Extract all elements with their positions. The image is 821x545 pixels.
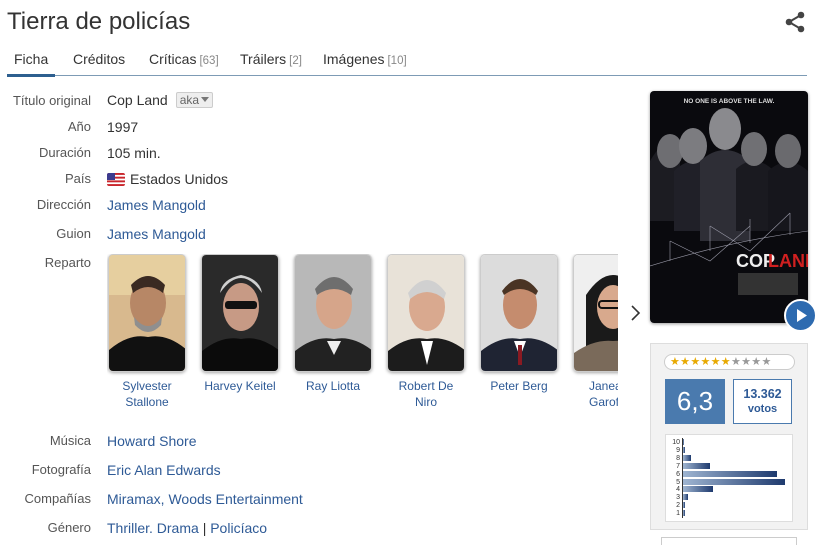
year-value: 1997 [107, 119, 139, 135]
chevron-right-icon[interactable] [628, 303, 642, 323]
tab-bar: Ficha Créditos Críticas [63] Tráilers [2] … [7, 45, 807, 77]
companies-label: Compañías [24, 491, 91, 506]
direction-label: Dirección [36, 197, 91, 212]
cast-member[interactable]: Peter Berg [479, 254, 559, 394]
music-label: Música [49, 433, 91, 448]
original-title-label: Título original [12, 93, 91, 108]
cast-name: Peter Berg [490, 379, 548, 393]
share-icon[interactable] [783, 10, 807, 34]
genre-label: Género [47, 520, 91, 535]
cast-photo [108, 254, 186, 372]
cast-member[interactable]: Harvey Keitel [200, 254, 280, 394]
director-link[interactable]: James Mangold [107, 197, 206, 213]
tab-imagenes[interactable]: Imágenes [10] [323, 51, 407, 67]
tab-ficha[interactable]: Ficha [7, 51, 56, 77]
writer-link[interactable]: James Mangold [107, 226, 206, 242]
histogram-label: 9 [676, 446, 680, 454]
cast-carousel: Sylvester Stallone Harvey Keitel Ray Lio… [107, 254, 618, 414]
cast-photo [573, 254, 618, 372]
genre-separator: | [202, 520, 207, 536]
aka-dropdown[interactable]: aka [175, 92, 214, 108]
cast-member[interactable]: Ray Liotta [293, 254, 373, 394]
duration-value: 105 min. [107, 145, 161, 161]
cast-name: Janeane Garofalo [588, 379, 618, 409]
histogram-label: 1 [676, 510, 680, 518]
tab-count: [63] [199, 55, 219, 67]
photography-link[interactable]: Eric Alan Edwards [107, 462, 221, 478]
panel-bottom [661, 537, 797, 545]
us-flag-icon [107, 173, 125, 186]
cast-photo [480, 254, 558, 372]
cast-photo [294, 254, 372, 372]
genre-link[interactable]: Thriller. Drama [107, 520, 199, 536]
histogram-label: 5 [676, 478, 680, 486]
script-label: Guion [56, 226, 91, 241]
poster-title-land: LAND [768, 251, 808, 271]
play-icon [797, 309, 807, 322]
tab-count: [10] [387, 55, 407, 67]
cast-photo [387, 254, 465, 372]
year-label: Año [67, 119, 91, 134]
histogram-label: 6 [676, 470, 680, 478]
vote-count: 13.362 [743, 387, 782, 401]
histogram-bar [683, 478, 785, 485]
histogram-bar [683, 486, 713, 493]
histogram-label: 2 [676, 502, 680, 510]
caret-down-icon [201, 97, 210, 102]
duration-label: Duración [38, 145, 91, 160]
histogram-label: 4 [676, 486, 680, 494]
cast-photo [201, 254, 279, 372]
histogram-label: 7 [676, 462, 680, 470]
cast-member[interactable]: Janeane Garofalo [572, 254, 618, 410]
rating-histogram: 10 9 8 7 6 5 4 3 2 1 [665, 434, 793, 522]
tab-creditos[interactable]: Créditos [73, 51, 125, 67]
histogram-bar [683, 439, 684, 445]
original-title-value: Cop Land aka [107, 92, 214, 108]
tab-criticas[interactable]: Críticas [63] [149, 51, 219, 67]
play-trailer-button[interactable] [784, 299, 817, 332]
cast-name: Harvey Keitel [204, 379, 276, 393]
cast-label: Reparto [44, 255, 91, 270]
photography-label: Fotografía [31, 462, 91, 477]
histogram-bar [683, 502, 686, 509]
average-score: 6,3 [665, 379, 725, 424]
cast-name: Ray Liotta [305, 379, 361, 393]
poster-tagline: NO ONE IS ABOVE THE LAW. [684, 98, 775, 105]
histogram-bar [683, 454, 692, 461]
star-rating: ★★★★★★★★★★ [664, 354, 795, 370]
histogram-bar [683, 494, 689, 501]
histogram-bar [683, 470, 777, 477]
histogram-bar [683, 510, 686, 517]
tab-trailers[interactable]: Tráilers [2] [240, 51, 302, 67]
genre-value: Thriller. Drama | Policíaco [107, 520, 267, 536]
cast-name: Robert De Niro [398, 379, 454, 409]
histogram-label: 8 [676, 454, 680, 462]
cast-member[interactable]: Sylvester Stallone [107, 254, 187, 410]
histogram-bar [683, 446, 686, 453]
companies-link[interactable]: Miramax, Woods Entertainment [107, 491, 303, 507]
stars-empty: ★★★★ [730, 356, 772, 368]
cast-name: Sylvester Stallone [122, 379, 172, 409]
country-value: Estados Unidos [107, 171, 228, 187]
tab-count: [2] [289, 55, 302, 67]
stars-filled: ★★★★★★ [670, 356, 731, 368]
cast-member[interactable]: Robert De Niro [386, 254, 466, 410]
histogram-label: 10 [672, 439, 680, 446]
movie-poster[interactable]: NO ONE IS ABOVE THE LAW. COP LAND [650, 91, 808, 323]
country-label: País [64, 171, 91, 186]
votes-label: votos [747, 403, 778, 415]
music-link[interactable]: Howard Shore [107, 433, 197, 449]
topic-link[interactable]: Policíaco [210, 520, 267, 536]
histogram-bar [683, 462, 710, 469]
histogram-label: 3 [676, 494, 680, 502]
movie-title: Tierra de policías [7, 8, 191, 35]
votes-box[interactable]: 13.362 votos [733, 379, 792, 424]
